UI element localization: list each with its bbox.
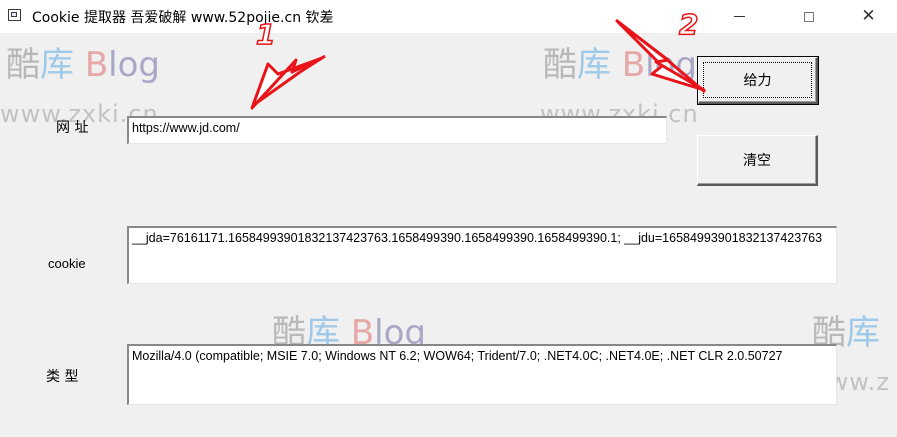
cookie-output[interactable]: __jda=76161171.1658499390183213742376​3.… xyxy=(127,226,837,284)
cookie-output-value: __jda=76161171.1658499390183213742376​3.… xyxy=(132,231,823,245)
watermark-char: log xyxy=(108,45,160,85)
watermark-char: 库 xyxy=(846,313,880,353)
watermark-char: B xyxy=(621,45,646,85)
watermark-logo: 酷库 Blog xyxy=(6,48,160,82)
go-button-label: 给力 xyxy=(743,73,772,89)
watermark-char: 酷 xyxy=(543,45,577,85)
user-agent-value: Mozilla/4.0 (compatible; MSIE 7.0; Windo… xyxy=(132,349,783,363)
close-button[interactable]: ✕ xyxy=(846,0,891,33)
watermark-char: 酷 xyxy=(6,45,40,85)
app-window-icon xyxy=(8,9,21,21)
maximize-button[interactable] xyxy=(786,0,831,33)
watermark-char: 库 xyxy=(40,45,74,85)
user-agent-input[interactable]: Mozilla/4.0 (compatible; MSIE 7.0; Windo… xyxy=(127,344,837,405)
clear-button[interactable]: 清空 xyxy=(697,135,818,186)
watermark-char: log xyxy=(645,45,697,85)
close-icon: ✕ xyxy=(861,6,876,26)
type-label: 类 型 xyxy=(46,369,79,385)
clear-button-label: 清空 xyxy=(743,153,771,169)
cookie-label: cookie xyxy=(48,256,86,271)
minimize-button[interactable] xyxy=(717,0,762,33)
watermark-logo: 酷库 Blog xyxy=(543,48,697,82)
go-button[interactable]: 给力 xyxy=(697,56,819,105)
window-title: Cookie 提取器 吾爱破解 www.52pojie.cn 钦差 xyxy=(32,10,334,26)
watermark-char: 库 xyxy=(577,45,611,85)
maximize-icon xyxy=(803,11,814,22)
title-bar: Cookie 提取器 吾爱破解 www.52pojie.cn 钦差 ✕ xyxy=(0,0,897,33)
minimize-icon xyxy=(734,16,745,17)
arrow-1-icon xyxy=(250,54,326,110)
url-input[interactable]: https://www.jd.com/ xyxy=(127,116,667,144)
url-input-value: https://www.jd.com/ xyxy=(132,121,240,135)
watermark-char: B xyxy=(84,45,109,85)
url-label: 网 址 xyxy=(56,120,89,136)
